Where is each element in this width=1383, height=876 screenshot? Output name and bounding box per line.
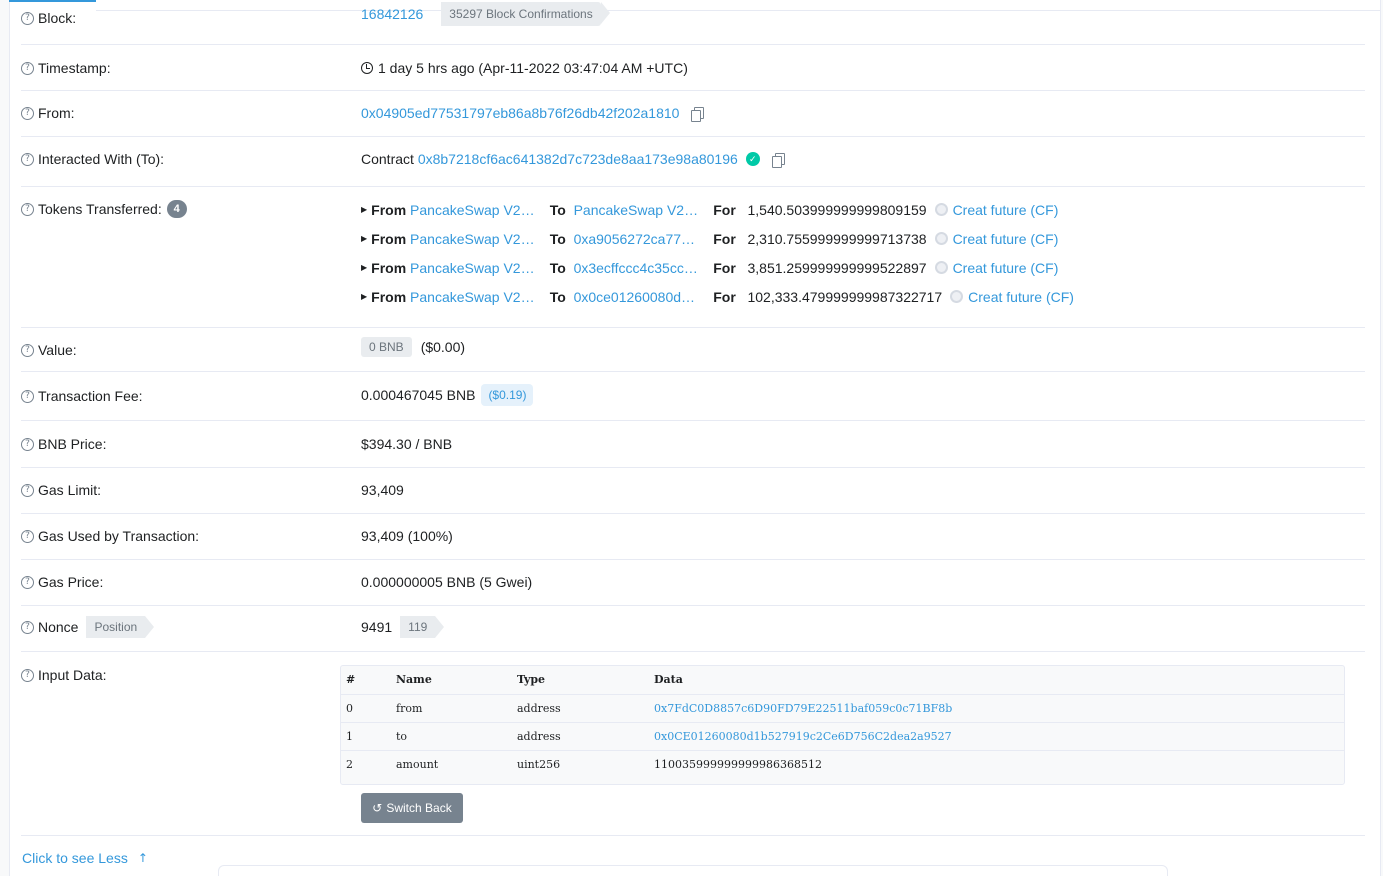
value-row: ? Value: 0 BNB ($0.00) (21, 328, 1365, 372)
nonce-row: ? Nonce Position 9491 119 (21, 606, 1365, 652)
help-icon[interactable]: ? (21, 620, 34, 634)
help-icon[interactable]: ? (21, 389, 34, 403)
undo-icon: ↺ (372, 801, 383, 815)
confirmations-badge: 35297 Block Confirmations (441, 2, 611, 26)
token-count-badge: 4 (166, 200, 187, 218)
gas-limit-row: ? Gas Limit: 93,409 (21, 468, 1365, 514)
gas-limit-value: 93,409 (361, 482, 404, 498)
switch-back-button[interactable]: ↺ Switch Back (361, 793, 463, 823)
token-coin-icon (934, 232, 948, 245)
block-row: ? Block: 16842126 35297 Block Confirmatio… (21, 0, 1365, 45)
help-icon[interactable]: ? (21, 483, 34, 497)
help-icon[interactable]: ? (21, 152, 34, 166)
table-row: 2 amount uint256 11003599999999998636851… (346, 757, 822, 771)
position-value-tag: 119 (400, 616, 445, 638)
help-icon[interactable]: ? (21, 61, 34, 75)
gas-used-row: ? Gas Used by Transaction: 93,409 (100%) (21, 514, 1365, 560)
caret-right-icon[interactable]: ▶ (361, 234, 367, 243)
tokens-row: ? Tokens Transferred: 4 ▶ From PancakeSwap… (21, 187, 1365, 328)
transfer-to-link[interactable]: 0x0ce01260080d1b5279 (574, 289, 702, 305)
timestamp-value: 1 day 5 hrs ago (Apr-11-2022 03:47:04 AM… (378, 60, 688, 76)
transfer-amount: 1,540.503999999999809159 (747, 201, 927, 218)
transfer-amount: 3,851.259999999999522897 (747, 259, 927, 276)
fee-amount: 0.000467045 BNB (361, 387, 476, 403)
help-icon[interactable]: ? (21, 575, 34, 589)
bnb-price-value: $394.30 / BNB (361, 436, 453, 452)
transfer-to-link[interactable]: 0xa9056272ca777e4c5e (574, 231, 702, 247)
value-usd: ($0.00) (420, 339, 466, 355)
bottom-card-edge (218, 865, 1168, 876)
help-icon[interactable]: ? (21, 343, 34, 357)
transfer-from-link[interactable]: PancakeSwap V2: Creat future 11 (410, 289, 538, 305)
token-link[interactable]: Creat future (CF) (968, 289, 1074, 305)
help-icon[interactable]: ? (21, 202, 34, 216)
gas-used-value: 93,409 (100%) (361, 528, 453, 544)
input-address-link[interactable]: 0x0CE01260080d1b527919c2Ce6D756C2dea2a95… (654, 730, 952, 743)
transfer-amount: 102,333.479999999987322717 (747, 288, 943, 305)
table-header-row: # Name Type Data (341, 666, 1344, 695)
token-coin-icon (950, 290, 964, 303)
token-link[interactable]: Creat future (CF) (953, 231, 1059, 247)
caret-right-icon[interactable]: ▶ (361, 205, 367, 214)
nonce-value: 9491 (361, 619, 393, 635)
gas-price-value: 0.000000005 BNB (5 Gwei) (361, 574, 533, 590)
arrow-up-icon: ↑ (137, 851, 148, 865)
gas-price-row: ? Gas Price: 0.000000005 BNB (5 Gwei) (21, 560, 1365, 606)
position-tag: Position (86, 616, 154, 638)
block-number-link[interactable]: 16842126 (361, 6, 423, 22)
copy-icon[interactable] (691, 106, 705, 122)
transfer-from-link[interactable]: PancakeSwap V2: Creat future 11 (410, 231, 538, 247)
verified-check-icon: ✓ (745, 152, 760, 166)
token-coin-icon (934, 261, 948, 274)
from-address-link[interactable]: 0x04905ed77531797eb86a8b76f26db42f202a18… (361, 105, 679, 121)
help-icon[interactable]: ? (21, 668, 34, 682)
clock-icon (361, 62, 373, 74)
value-badge: 0 BNB (361, 337, 412, 357)
transfer-to-link[interactable]: 0x3ecffccc4c35cc7c8e (574, 260, 702, 276)
transfer-from-link[interactable]: PancakeSwap V2: Creat future 11 (410, 202, 538, 218)
timestamp-row: ? Timestamp: 1 day 5 hrs ago (Apr-11-2022… (21, 45, 1365, 91)
token-coin-icon (934, 203, 948, 216)
fee-usd-badge: ($0.19) (481, 384, 534, 406)
transfer-to-link[interactable]: PancakeSwap V2: Creat future 11 (574, 202, 702, 218)
copy-icon[interactable] (771, 152, 785, 168)
see-less-link[interactable]: Click to see Less ↑ (22, 850, 148, 866)
from-row: ? From: 0x04905ed77531797eb86a8b76f26db42… (21, 91, 1365, 137)
token-transfer-row: ▶ From PancakeSwap V2: Creat future 11 T… (361, 288, 1074, 305)
transfer-from-link[interactable]: PancakeSwap V2: Creat future 11 (410, 260, 538, 276)
table-row: 0 from address 0x7FdC0D8857c6D90FD79E225… (341, 694, 1344, 723)
token-transfer-row: ▶ From PancakeSwap V2: Creat future 11 T… (361, 201, 1059, 218)
block-label: ? Block: (21, 10, 76, 26)
interacted-row: ? Interacted With (To): Contract 0x8b7218… (21, 137, 1365, 187)
caret-right-icon[interactable]: ▶ (361, 292, 367, 301)
contract-address-link[interactable]: 0x8b7218cf6ac641382d7c723de8aa173e98a801… (418, 151, 738, 167)
token-transfer-row: ▶ From PancakeSwap V2: Creat future 11 T… (361, 230, 1059, 247)
help-icon[interactable]: ? (21, 106, 34, 120)
transfer-amount: 2,310.755999999999713738 (747, 230, 927, 247)
input-address-link[interactable]: 0x7FdC0D8857c6D90FD79E22511baf059c0c71BF… (654, 702, 952, 715)
token-link[interactable]: Creat future (CF) (953, 202, 1059, 218)
input-data-table: # Name Type Data 0 from address 0x7FdC0D… (340, 665, 1345, 785)
bnb-price-row: ? BNB Price: $394.30 / BNB (21, 421, 1365, 468)
token-transfer-row: ▶ From PancakeSwap V2: Creat future 11 T… (361, 259, 1059, 276)
table-row: 1 to address 0x0CE01260080d1b527919c2Ce6… (341, 722, 1344, 751)
help-icon[interactable]: ? (21, 11, 34, 25)
contract-prefix: Contract (361, 151, 414, 167)
fee-row: ? Transaction Fee: 0.000467045 BNB ($0.19) (21, 372, 1365, 421)
help-icon[interactable]: ? (21, 437, 34, 451)
token-link[interactable]: Creat future (CF) (953, 260, 1059, 276)
caret-right-icon[interactable]: ▶ (361, 263, 367, 272)
help-icon[interactable]: ? (21, 529, 34, 543)
